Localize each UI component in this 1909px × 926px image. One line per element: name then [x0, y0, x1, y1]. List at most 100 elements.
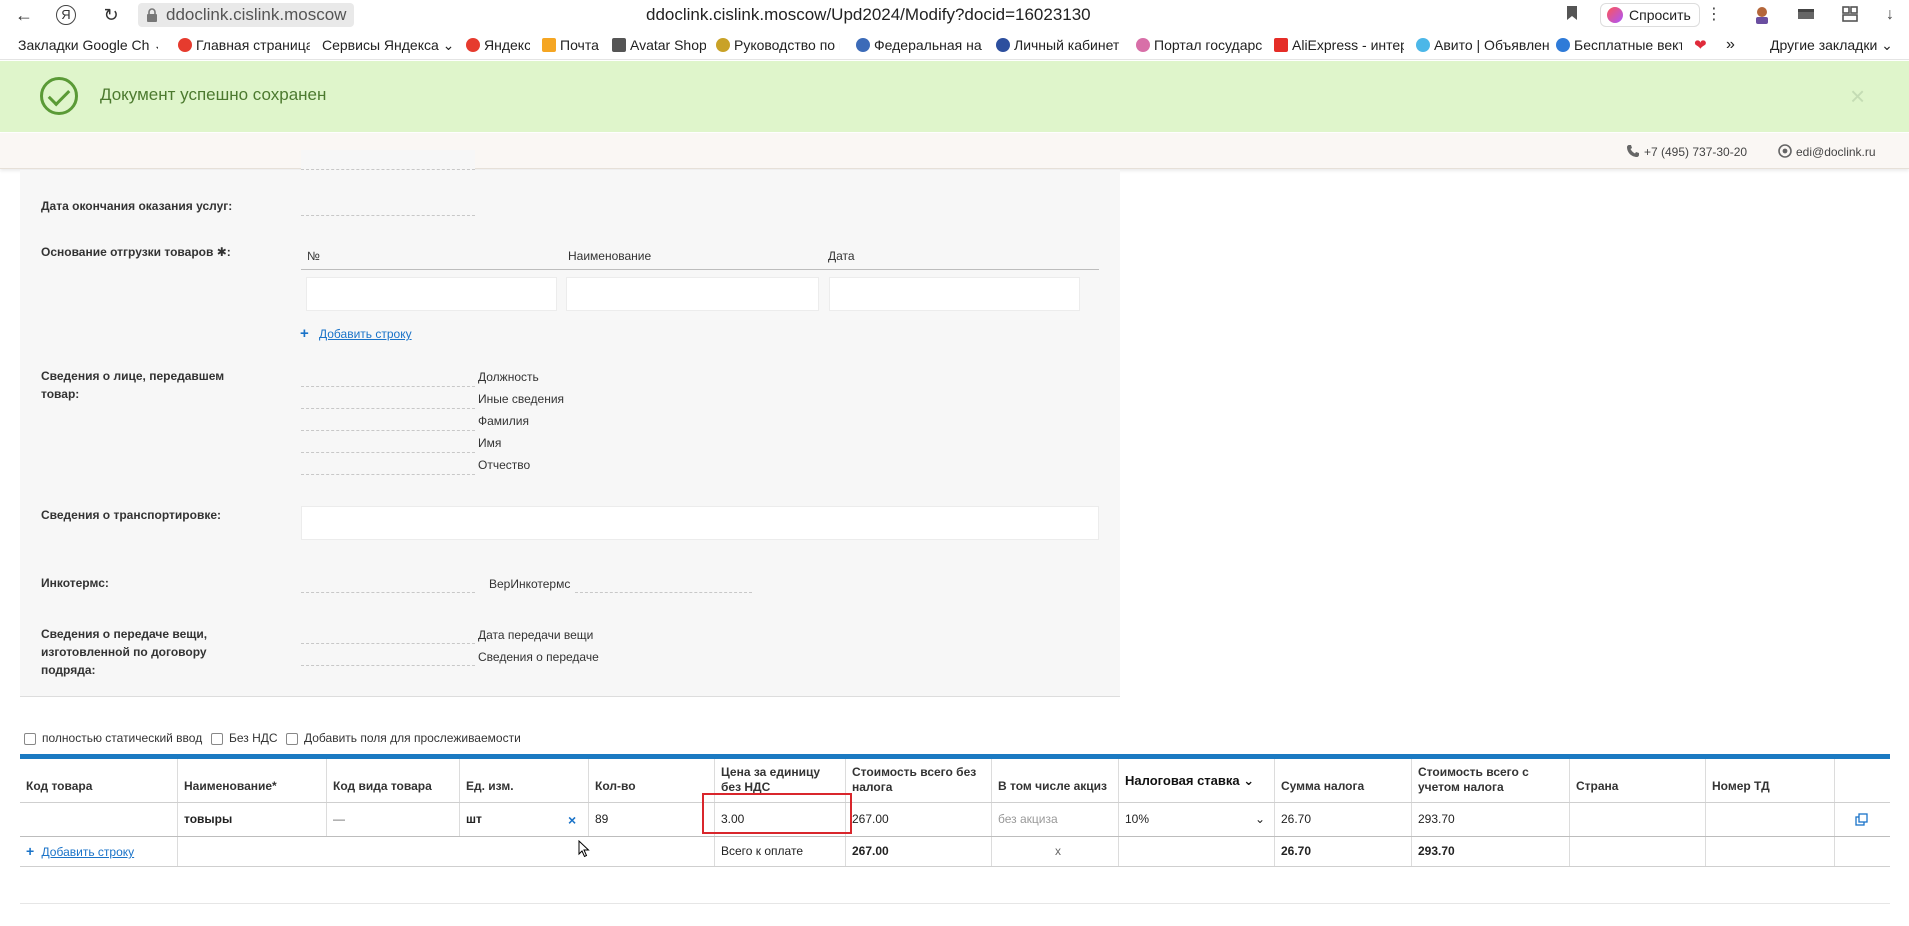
chevron-down-icon: ⌄ [1881, 37, 1893, 53]
ver-incoterms-input[interactable] [575, 573, 752, 593]
col-header-code: Код товара [20, 759, 178, 802]
add-basis-row-link[interactable]: Добавить строку [319, 327, 412, 341]
cell-actions [1835, 803, 1890, 836]
add-table-row[interactable]: + Добавить строку [20, 837, 178, 866]
bookmark-tax[interactable]: Федеральная нал [856, 36, 982, 54]
basis-date-input[interactable] [829, 277, 1080, 311]
cell-unit[interactable]: шт × [460, 803, 589, 836]
transferrer-position-label: Должность [478, 370, 539, 384]
static-input-checkbox[interactable] [24, 733, 36, 745]
bookmark-yandex-main[interactable]: Главная страница [178, 36, 310, 54]
success-message: Документ успешно сохранен [100, 85, 327, 104]
copy-row-icon[interactable] [1855, 813, 1868, 826]
incoterms-input[interactable] [301, 573, 475, 593]
no-vat-label: Без НДС [229, 731, 278, 745]
heart-bookmark-icon[interactable]: ❤ [1694, 36, 1712, 54]
cell-code[interactable] [20, 803, 178, 836]
back-arrow-icon[interactable]: ← [12, 3, 36, 27]
bookmark-guide[interactable]: Руководство по п [716, 36, 840, 54]
col-header-kind: Код вида товара [327, 759, 460, 802]
basis-col-date: Дата [828, 249, 855, 263]
bookmark-avatar-shop[interactable]: Avatar Shop [612, 36, 706, 54]
close-icon[interactable]: × [1850, 83, 1865, 109]
thing-transfer-date-label: Дата передачи вещи [478, 628, 594, 642]
bookmark-avito[interactable]: Авито | Объявлен [1416, 36, 1552, 54]
roblox-icon [612, 38, 626, 52]
url-address[interactable]: ddoclink.cislink.moscow/Upd2024/Modify?d… [646, 3, 1091, 27]
reload-icon[interactable]: ↻ [99, 3, 123, 27]
service-end-date-label: Дата окончания оказания услуг: [41, 199, 233, 213]
chevron-down-icon: ⌄ [1255, 812, 1266, 826]
yandex-logo-icon[interactable]: Я [56, 5, 76, 25]
basis-col-name: Наименование [568, 249, 652, 263]
bookmark-gosuslugi[interactable]: Портал государс [1136, 36, 1264, 54]
cell-td[interactable] [1706, 803, 1835, 836]
service-end-date-input[interactable] [301, 196, 475, 216]
extension-avatar-icon[interactable] [1752, 5, 1772, 25]
cell-total[interactable]: 293.70 [1412, 803, 1570, 836]
bookmark-yandex-services[interactable]: Сервисы Яндекса ⌄ [322, 36, 452, 54]
extensions-puzzle-icon[interactable] [1840, 5, 1860, 25]
thing-transfer-date-input[interactable] [301, 624, 475, 644]
transferrer-other-input[interactable] [301, 389, 475, 409]
transport-input[interactable] [301, 506, 1099, 540]
contact-email[interactable]: edi@doclink.ru [1778, 144, 1876, 159]
thing-transfer-info-input[interactable] [301, 646, 475, 666]
footer-excise: x [992, 837, 1119, 866]
footer-td [1706, 837, 1835, 866]
cell-qty[interactable]: 89 [589, 803, 715, 836]
transferrer-surname-input[interactable] [301, 411, 475, 431]
price-highlight-box [702, 793, 852, 834]
cell-cost[interactable]: 267.00 [846, 803, 992, 836]
bookmark-yandex[interactable]: Яндекс [466, 36, 530, 54]
success-check-icon [40, 77, 78, 115]
url-host-chip[interactable]: ddoclink.cislink.moscow [138, 3, 355, 27]
col-header-unit: Ед. изм. [460, 759, 589, 802]
footer-cost: 267.00 [846, 837, 992, 866]
ask-button[interactable]: Спросить [1600, 3, 1700, 27]
basis-number-input[interactable] [306, 277, 557, 311]
bookmark-mail[interactable]: Почта [542, 36, 604, 54]
extension-hat-icon[interactable] [1796, 5, 1816, 25]
bookmark-aliexpress[interactable]: AliExpress - интер [1274, 36, 1404, 54]
clear-unit-icon[interactable]: × [568, 804, 576, 837]
bookmark-vectors[interactable]: Бесплатные векто [1556, 36, 1682, 54]
other-bookmarks[interactable]: Другие закладки ⌄ [1770, 36, 1894, 54]
tracking-fields-checkbox[interactable] [286, 733, 298, 745]
transferrer-surname-label: Фамилия [478, 414, 529, 428]
col-header-excise: В том числе акциз [992, 759, 1119, 802]
col-header-tax-rate[interactable]: Налоговая ставка ⌄ [1119, 759, 1275, 802]
bookmark-google[interactable]: Закладки Google Ch ⌄ [18, 36, 158, 54]
yandex-icon [466, 38, 480, 52]
basis-name-input[interactable] [566, 277, 819, 311]
kebab-menu-icon[interactable]: ⋮ [1704, 5, 1724, 25]
mail-icon [542, 38, 556, 52]
no-vat-checkbox[interactable] [211, 733, 223, 745]
cell-excise[interactable]: без акциза [992, 803, 1119, 836]
incoterms-label: Инкотермс: [41, 576, 109, 590]
ver-incoterms-label: ВерИнкотермс [489, 577, 571, 591]
bookmark-icon[interactable] [1562, 5, 1582, 25]
cell-country[interactable] [1570, 803, 1706, 836]
transferrer-firstname-input[interactable] [301, 433, 475, 453]
tax-rate-select[interactable]: 10% ⌄ [1119, 803, 1275, 836]
gosuslugi-icon [1136, 38, 1150, 52]
basis-header-divider [301, 269, 1099, 270]
thing-transfer-info-label: Сведения о передаче [478, 650, 599, 664]
more-bookmarks-icon[interactable]: » [1726, 36, 1740, 54]
tracking-fields-label: Добавить поля для прослеживаемости [304, 731, 521, 745]
bookmark-cabinet[interactable]: Личный кабинет н [996, 36, 1122, 54]
previous-field-input[interactable] [301, 150, 475, 170]
plus-icon: + [26, 843, 35, 859]
cell-tax[interactable]: 26.70 [1275, 803, 1412, 836]
cell-name[interactable]: товыры [178, 803, 327, 836]
transferrer-position-input[interactable] [301, 367, 475, 387]
cell-kind[interactable]: — [327, 803, 460, 836]
plus-icon: + [300, 325, 309, 342]
lock-icon [147, 8, 157, 22]
transferrer-patronymic-input[interactable] [301, 455, 475, 475]
footer-total: 293.70 [1412, 837, 1570, 866]
col-header-actions [1835, 759, 1890, 802]
success-banner: Документ успешно сохранен × [0, 61, 1909, 132]
download-icon[interactable]: ↓ [1880, 5, 1900, 25]
